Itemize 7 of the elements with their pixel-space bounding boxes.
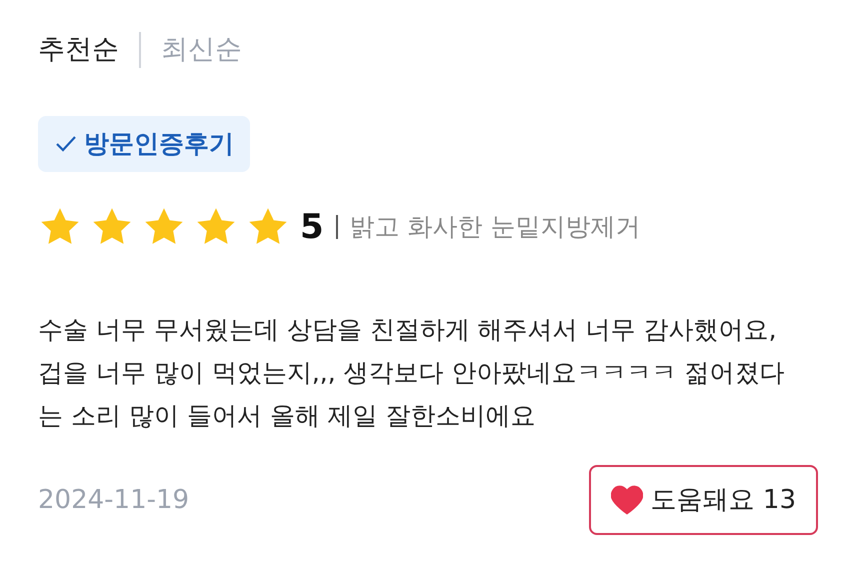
badge-label: 방문인증후기 [84, 128, 234, 160]
helpful-button[interactable]: 도움돼요 13 [588, 465, 818, 535]
sort-tab[interactable]: 추천순 [38, 30, 119, 70]
review-text: 수술 너무 무서웠는데 상담을 친절하게 해주셔서 너무 감사했어요, 겁을 너무 많이 먹었는지,,, 생각보다 안아팠네요ㅋㅋㅋㅋ 젊어졌다는 소리 많이 들어서 올해 제일 잘한소비에요 [38, 314, 786, 432]
review-date: 2024-11-19 [38, 484, 190, 516]
rating-score: 5 [300, 206, 324, 248]
treatment-name: 밝고 화사한 눈밑지방제거 [350, 211, 641, 244]
